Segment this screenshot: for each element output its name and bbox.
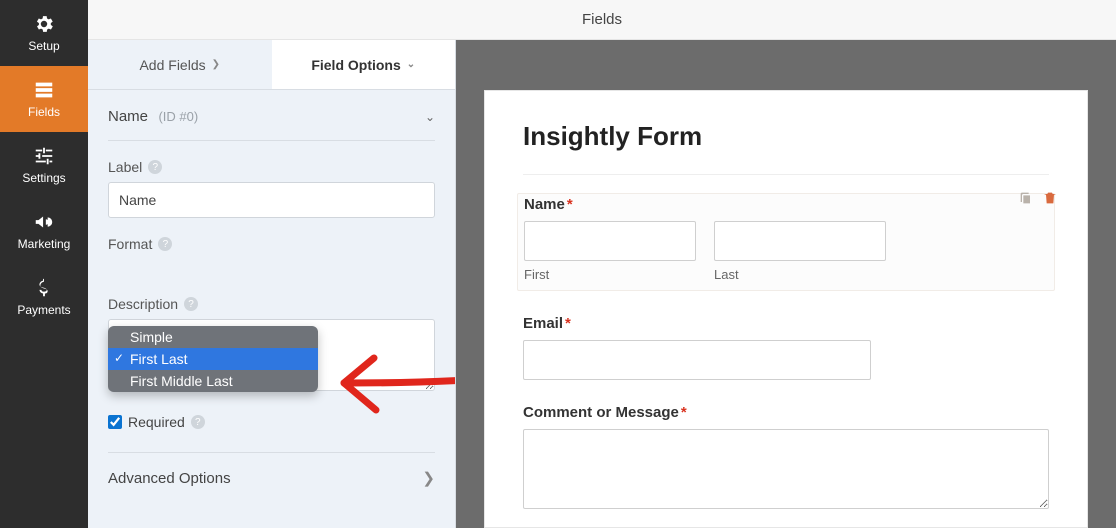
sidenav-label: Payments — [17, 303, 70, 317]
sidenav-label: Settings — [22, 171, 65, 185]
form-preview-canvas: Insightly Form Name* — [456, 40, 1116, 528]
tab-label: Field Options — [311, 57, 400, 73]
sidenav-label: Marketing — [18, 237, 71, 251]
first-name-input[interactable] — [524, 221, 696, 261]
sliders-icon — [33, 145, 55, 167]
required-asterisk: * — [567, 196, 573, 213]
comment-textarea[interactable] — [523, 429, 1049, 509]
chevron-down-icon: ⌄ — [407, 59, 415, 70]
required-asterisk: * — [681, 404, 687, 421]
label-input[interactable] — [108, 182, 435, 218]
last-name-input[interactable] — [714, 221, 886, 261]
form-card: Insightly Form Name* — [484, 90, 1088, 528]
format-option-first-last[interactable]: First Last — [108, 348, 318, 370]
chevron-right-icon: ❯ — [422, 469, 435, 487]
advanced-options-label: Advanced Options — [108, 470, 231, 487]
required-checkbox[interactable] — [108, 415, 122, 429]
side-navigation: Setup Fields Settings Marketing Payments — [0, 0, 88, 528]
panel-tabs: Add Fields ❯ Field Options ⌄ — [88, 40, 455, 90]
preview-field-name[interactable]: Name* First Last — [517, 193, 1055, 291]
page-title: Fields — [582, 11, 622, 28]
field-section-title: Name — [108, 108, 148, 125]
tab-label: Add Fields — [139, 57, 205, 73]
gear-icon — [33, 13, 55, 35]
field-label: Name — [524, 196, 565, 213]
sidenav-label: Setup — [28, 39, 59, 53]
sidenav-item-fields[interactable]: Fields — [0, 66, 88, 132]
help-icon[interactable]: ? — [191, 415, 205, 429]
last-sublabel: Last — [714, 267, 886, 282]
sidenav-item-payments[interactable]: Payments — [0, 264, 88, 330]
format-dropdown[interactable]: Simple First Last First Middle Last — [108, 326, 318, 392]
chevron-down-icon: ⌄ — [425, 110, 435, 124]
advanced-options-toggle[interactable]: Advanced Options ❯ — [108, 452, 435, 487]
help-icon[interactable]: ? — [158, 237, 172, 251]
form-title: Insightly Form — [523, 121, 1049, 152]
form-icon — [33, 79, 55, 101]
field-label: Email — [523, 315, 563, 332]
description-label: Description — [108, 296, 178, 312]
required-asterisk: * — [565, 315, 571, 332]
sidenav-item-marketing[interactable]: Marketing — [0, 198, 88, 264]
dollar-icon — [33, 277, 55, 299]
field-section-id: (ID #0) — [158, 109, 198, 124]
duplicate-icon[interactable] — [1018, 190, 1034, 211]
trash-icon[interactable] — [1042, 190, 1058, 211]
bullhorn-icon — [33, 211, 55, 233]
sidenav-item-setup[interactable]: Setup — [0, 0, 88, 66]
tab-field-options[interactable]: Field Options ⌄ — [272, 40, 456, 89]
format-option-simple[interactable]: Simple — [108, 326, 318, 348]
format-option-first-middle-last[interactable]: First Middle Last — [108, 370, 318, 392]
tab-add-fields[interactable]: Add Fields ❯ — [88, 40, 272, 89]
chevron-right-icon: ❯ — [212, 59, 220, 70]
preview-field-comment[interactable]: Comment or Message* — [523, 404, 1049, 514]
help-icon[interactable]: ? — [148, 160, 162, 174]
email-input[interactable] — [523, 340, 871, 380]
help-icon[interactable]: ? — [184, 297, 198, 311]
field-section-header[interactable]: Name (ID #0) ⌄ — [108, 108, 435, 141]
first-sublabel: First — [524, 267, 696, 282]
field-label: Comment or Message — [523, 404, 679, 421]
format-label: Format — [108, 236, 152, 252]
divider — [523, 174, 1049, 175]
field-options-panel: Add Fields ❯ Field Options ⌄ Name (ID #0… — [88, 40, 456, 528]
label-label: Label — [108, 159, 142, 175]
required-label: Required — [128, 414, 185, 430]
page-title-bar: Fields — [88, 0, 1116, 40]
sidenav-label: Fields — [28, 105, 60, 119]
sidenav-item-settings[interactable]: Settings — [0, 132, 88, 198]
preview-field-email[interactable]: Email* — [523, 315, 1049, 380]
